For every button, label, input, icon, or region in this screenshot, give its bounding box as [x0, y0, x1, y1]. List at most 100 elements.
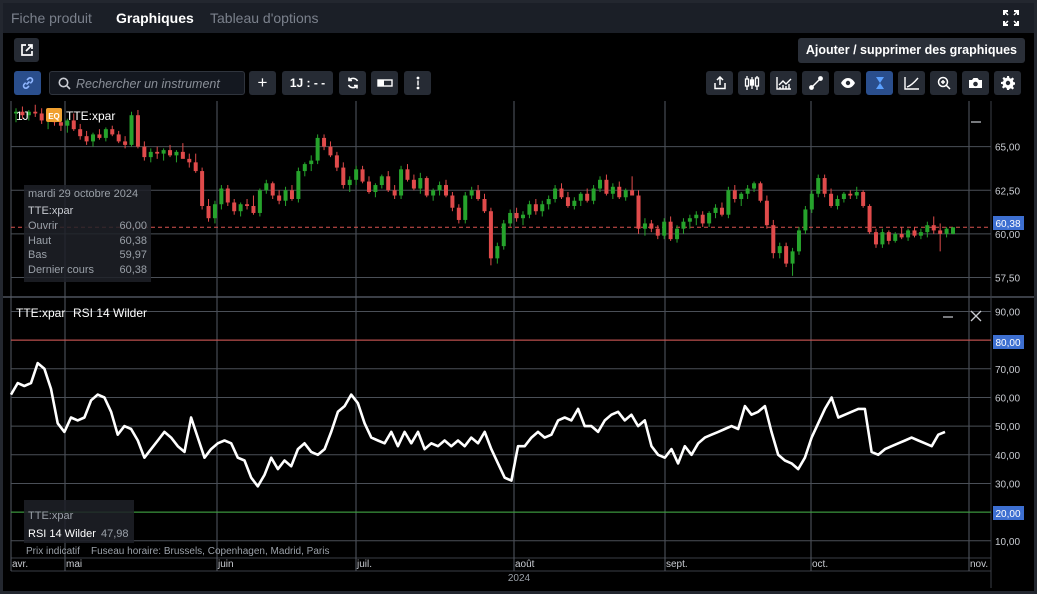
- search-input[interactable]: [76, 75, 241, 92]
- indicators-button[interactable]: [770, 71, 797, 95]
- candle-body: [642, 223, 647, 229]
- symbol-label: TTE:xpar: [66, 109, 115, 123]
- candle-body: [841, 193, 846, 199]
- candle-body: [739, 193, 744, 199]
- candle-body: [334, 155, 339, 168]
- candle-body: [771, 225, 776, 254]
- tooltip-date: mardi 29 octobre 2024: [28, 188, 139, 200]
- candle-body: [777, 246, 782, 254]
- candle-body: [694, 214, 699, 219]
- camera-icon: [969, 78, 982, 88]
- candle-body: [354, 169, 359, 180]
- candle-body: [796, 230, 801, 252]
- screenshot-button[interactable]: [962, 71, 989, 95]
- zoom-button[interactable]: [930, 71, 957, 95]
- curve-button[interactable]: [898, 71, 925, 95]
- candle-body: [174, 151, 179, 156]
- candle-body: [495, 246, 500, 259]
- magnet-button[interactable]: [866, 71, 893, 95]
- candle-body: [180, 151, 185, 159]
- share-icon: [713, 76, 726, 90]
- candle-body: [893, 233, 898, 241]
- rsi-tick-label: 60,00: [995, 393, 1020, 404]
- candle-body: [938, 230, 943, 234]
- zoom-in-icon: [937, 76, 951, 90]
- candle-body: [636, 195, 641, 229]
- candle-body: [97, 134, 102, 138]
- candle-body: [238, 204, 243, 212]
- rsi-upper-band-label: 80,00: [995, 338, 1020, 349]
- rsi-title-indicator: RSI 14 Wilder: [73, 306, 147, 320]
- time-tick-label: sept.: [666, 559, 688, 570]
- candle-body: [463, 195, 468, 220]
- candle-body: [155, 151, 160, 154]
- external-link-button[interactable]: [14, 38, 39, 62]
- candle-body: [193, 162, 198, 172]
- draw-line-button[interactable]: [802, 71, 829, 95]
- candle-body: [931, 225, 936, 231]
- rsi-line: [9, 361, 946, 488]
- candle-body: [450, 195, 455, 208]
- settings-button[interactable]: [994, 71, 1021, 95]
- candle-body: [719, 207, 724, 215]
- candle-body: [116, 134, 121, 142]
- close-rsi-panel-icon[interactable]: [970, 310, 982, 322]
- tab-graphiques[interactable]: Graphiques: [116, 10, 194, 26]
- candle-body: [880, 232, 885, 245]
- link-button[interactable]: [14, 71, 41, 95]
- candle-body: [289, 190, 294, 199]
- price-tick-label: 65,00: [995, 143, 1020, 154]
- candle-body: [610, 186, 615, 194]
- candle-body: [443, 185, 448, 196]
- candle-body: [752, 183, 757, 189]
- rsi-title-symbol: TTE:xpar: [16, 306, 65, 320]
- candle-body: [212, 204, 217, 219]
- candle-body: [232, 202, 237, 212]
- candle-body: [623, 190, 628, 198]
- candle-body: [142, 146, 147, 158]
- candle-body: [944, 228, 949, 234]
- interval-label: 1J: [16, 109, 29, 123]
- rsi-tick-label: 90,00: [995, 307, 1020, 318]
- candle-body: [366, 181, 371, 193]
- candle-body: [662, 221, 667, 236]
- interval-button[interactable]: 1J : - -: [282, 71, 333, 95]
- share-button[interactable]: [706, 71, 733, 95]
- tooltip-row-last: Dernier cours 60,38: [28, 263, 147, 276]
- add-instrument-button[interactable]: +: [249, 71, 276, 95]
- candles-button[interactable]: [738, 71, 765, 95]
- candle-body: [559, 188, 564, 198]
- candle-body: [302, 164, 307, 172]
- search-icon: [58, 77, 71, 90]
- chart-type-button[interactable]: [371, 71, 398, 95]
- candle-body: [829, 193, 834, 206]
- candle-body: [707, 212, 712, 224]
- candle-body: [411, 179, 416, 189]
- chart-type-icon: [376, 79, 393, 87]
- time-tick-label: nov.: [970, 559, 988, 570]
- candle-body: [373, 185, 378, 193]
- candle-body: [200, 171, 205, 206]
- fullscreen-icon[interactable]: [1002, 9, 1020, 27]
- candle-body: [161, 150, 166, 154]
- candle-body: [790, 251, 795, 264]
- visibility-button[interactable]: [834, 71, 861, 95]
- year-label: 2024: [508, 573, 531, 584]
- tab-fiche-produit[interactable]: Fiche produit: [11, 10, 92, 26]
- candle-body: [508, 212, 513, 224]
- refresh-button[interactable]: [339, 71, 366, 95]
- price-tick-label: 62,50: [995, 186, 1020, 197]
- tab-tableau-options[interactable]: Tableau d'options: [210, 10, 319, 26]
- candle-body: [835, 199, 840, 206]
- candle-body: [822, 178, 827, 194]
- rsi-tick-label: 30,00: [995, 479, 1020, 490]
- candle-body: [604, 179, 609, 194]
- candle-body: [585, 193, 590, 201]
- candle-body: [270, 183, 275, 196]
- candle-body: [341, 167, 346, 186]
- more-options-button[interactable]: [404, 71, 431, 95]
- add-remove-charts-button[interactable]: Ajouter / supprimer des graphiques: [797, 38, 1025, 63]
- chart-area[interactable]: 65,00 62,50 60,00 57,50 90,00 70,00 60,00 50,0…: [3, 101, 1034, 588]
- trend-line-icon: [808, 76, 823, 90]
- candle-body: [649, 223, 654, 229]
